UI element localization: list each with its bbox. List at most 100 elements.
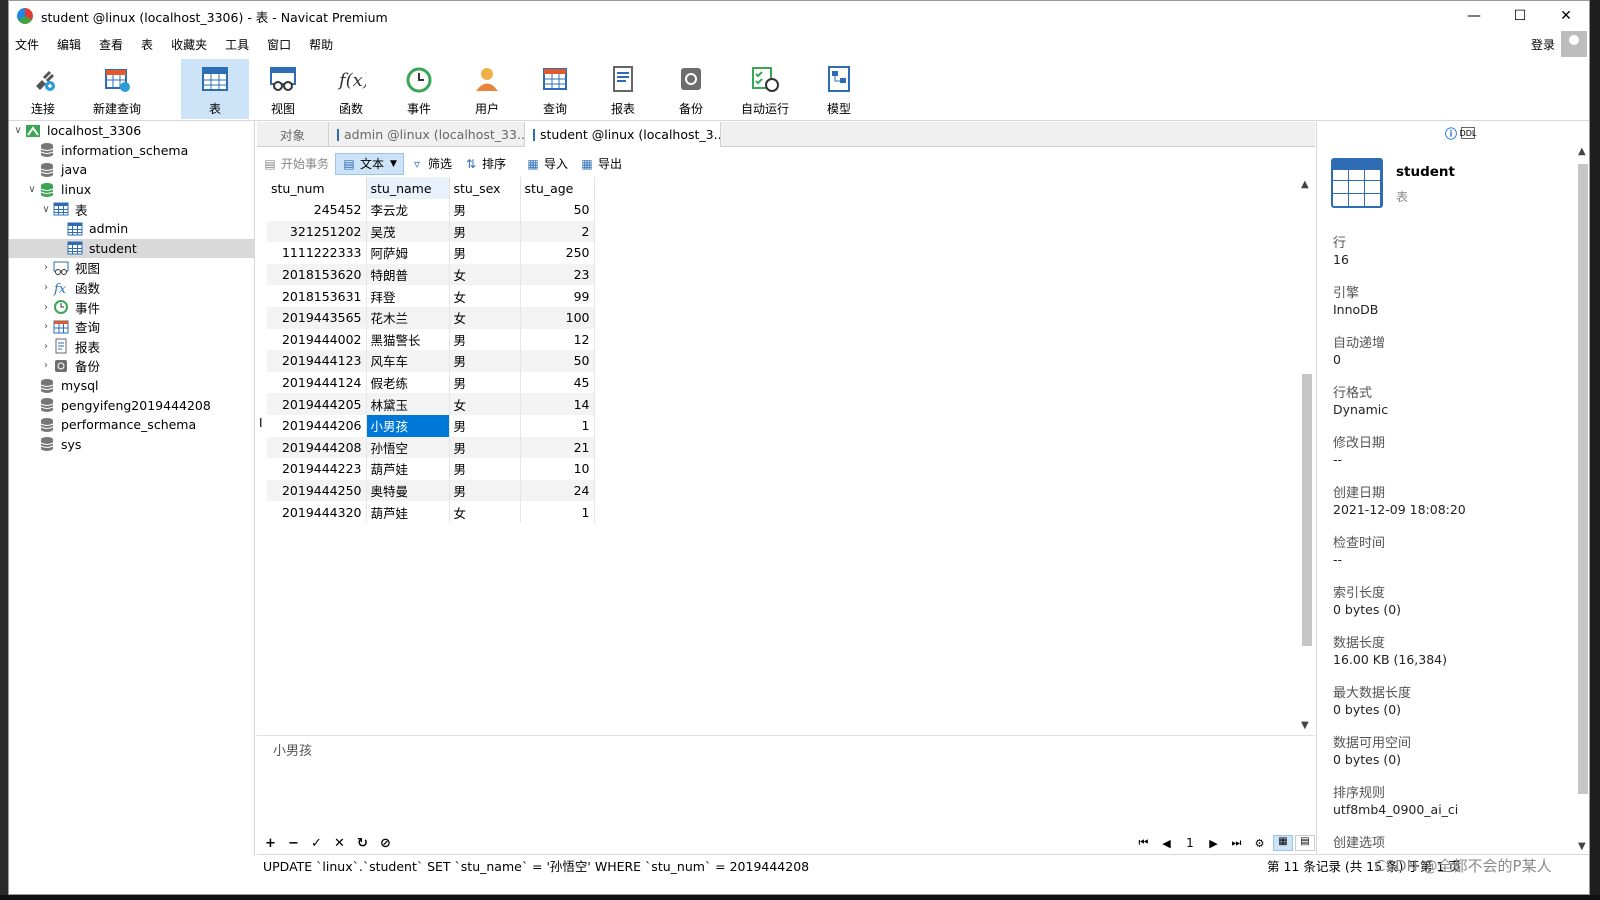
table-row[interactable]: 2018153620 特朗普女 23 (267, 263, 595, 286)
table-cell-stu_num[interactable]: 321251202 (267, 220, 367, 243)
toolbar-button-1[interactable]: 新建查询 (77, 59, 157, 119)
tree-node[interactable]: admin (9, 219, 255, 239)
tree-node[interactable]: ∨ localhost_3306 (9, 121, 255, 141)
table-cell-stu_num[interactable]: 2019444206 (267, 414, 367, 437)
table-cell-stu_age[interactable]: 1 (520, 414, 595, 437)
table-cell-stu_age[interactable]: 1 (520, 501, 595, 523)
table-cell-stu_age[interactable]: 23 (520, 263, 595, 286)
table-row[interactable]: 2019444124 假老练男 45 (267, 371, 595, 394)
form-view-icon[interactable]: ▤ (1295, 835, 1315, 851)
tree-node[interactable]: › 报表 (9, 337, 255, 357)
table-cell-stu_sex[interactable]: 男 (449, 350, 521, 372)
table-cell-stu_num[interactable]: 2019444205 (267, 393, 367, 415)
tree-node[interactable]: › fx 函数 (9, 278, 255, 298)
table-cell-stu_name[interactable]: 花木兰 (366, 306, 450, 329)
tree-node[interactable]: pengyifeng2019444208 (9, 395, 255, 415)
import-button[interactable]: ▦ 导入 (520, 153, 574, 175)
toolbar-button-3[interactable]: 视图 (249, 59, 317, 119)
scrollbar-thumb[interactable] (1578, 164, 1588, 794)
tree-node[interactable]: student (9, 238, 255, 259)
table-cell-stu_name[interactable]: 葫芦娃 (366, 501, 450, 523)
tree-node[interactable]: information_schema (9, 141, 255, 161)
toolbar-button-9[interactable]: 备份 (657, 59, 725, 119)
table-cell-stu_sex[interactable]: 男 (449, 436, 521, 459)
discard-changes-icon[interactable]: ✕ (328, 836, 351, 851)
table-cell-stu_num[interactable]: 2019444223 (267, 458, 367, 480)
login-link[interactable]: 登录 (1531, 36, 1555, 53)
table-cell-stu_name[interactable]: 假老练 (366, 371, 450, 394)
table-cell-stu_name[interactable]: 阿萨姆 (366, 242, 450, 264)
column-header-stu_name[interactable]: stu_name (366, 177, 450, 199)
column-header-stu_sex[interactable]: stu_sex (449, 177, 521, 199)
tab-2[interactable]: student @linux (localhost_3... (525, 122, 721, 147)
table-cell-stu_age[interactable]: 10 (520, 458, 595, 480)
table-cell-stu_sex[interactable]: 男 (449, 220, 521, 243)
table-row[interactable]: 245452 李云龙男 50 (267, 199, 595, 221)
table-cell-stu_age[interactable]: 45 (520, 371, 595, 394)
gear-icon[interactable]: ⚙ (1248, 837, 1271, 850)
toolbar-button-11[interactable]: 模型 (805, 59, 873, 119)
table-row[interactable]: 2019444205 林黛玉女 14 (267, 393, 595, 415)
menu-item-5[interactable]: 工具 (219, 36, 261, 53)
grid-view-icon[interactable]: ▦ (1273, 835, 1293, 851)
table-cell-stu_age[interactable]: 14 (520, 393, 595, 415)
chevron-down-icon[interactable]: ∨ (39, 204, 53, 215)
table-cell-stu_num[interactable]: 2018153620 (267, 263, 367, 286)
menu-item-1[interactable]: 编辑 (51, 36, 93, 53)
table-cell-stu_name[interactable]: 特朗普 (366, 263, 450, 286)
table-cell-stu_num[interactable]: 2019444250 (267, 479, 367, 502)
filter-button[interactable]: ▿ 筛选 (404, 153, 458, 175)
table-cell-stu_name[interactable]: 风车车 (366, 350, 450, 372)
sort-button[interactable]: ⇅ 排序 (458, 153, 512, 175)
prev-page-icon[interactable]: ◀ (1155, 837, 1178, 850)
refresh-icon[interactable]: ↻ (351, 836, 374, 851)
table-cell-stu_age[interactable]: 50 (520, 350, 595, 372)
table-cell-stu_sex[interactable]: 男 (449, 414, 521, 437)
table-cell-stu_num[interactable]: 2019444002 (267, 328, 367, 351)
table-cell-stu_name[interactable]: 李云龙 (366, 199, 450, 221)
table-cell-stu_name[interactable]: 吴茂 (366, 220, 450, 243)
table-cell-stu_age[interactable]: 50 (520, 199, 595, 221)
table-cell-stu_num[interactable]: 1111222333 (267, 242, 367, 264)
chevron-right-icon[interactable]: › (39, 321, 53, 332)
delete-record-icon[interactable]: − (282, 836, 305, 851)
menu-item-7[interactable]: 帮助 (303, 36, 345, 53)
table-row[interactable]: 321251202 吴茂男 2 (267, 220, 595, 243)
table-cell-stu_num[interactable]: 245452 (267, 199, 367, 221)
table-row[interactable]: 2019444002 黑猫警长男 12 (267, 328, 595, 351)
table-cell-stu_name[interactable]: 孙悟空 (366, 436, 450, 459)
table-cell-stu_age[interactable]: 250 (520, 242, 595, 264)
table-cell-stu_name[interactable]: 奥特曼 (366, 479, 450, 502)
chevron-right-icon[interactable]: › (39, 360, 53, 371)
table-cell-stu_sex[interactable]: 女 (449, 306, 521, 329)
menu-item-6[interactable]: 窗口 (261, 36, 303, 53)
table-cell-stu_num[interactable]: 2019444208 (267, 436, 367, 459)
table-row[interactable]: 2019444250 奥特曼男 24 (267, 479, 595, 502)
scroll-up-icon[interactable]: ▲ (1301, 179, 1309, 190)
chevron-down-icon[interactable]: ∨ (11, 125, 25, 136)
grid-scrollbar[interactable]: ▲ ▼ (1299, 177, 1315, 733)
table-cell-stu_name[interactable]: 拜登 (366, 285, 450, 307)
table-cell-stu_name[interactable]: 林黛玉 (366, 393, 450, 415)
chevron-right-icon[interactable]: › (39, 302, 53, 313)
scroll-down-icon[interactable]: ▼ (1301, 720, 1309, 731)
chevron-down-icon[interactable]: ∨ (25, 184, 39, 195)
info-scrollbar[interactable]: ▲ ▼ (1576, 146, 1589, 854)
table-cell-stu_age[interactable]: 24 (520, 479, 595, 502)
table-row[interactable]: 2018153631 拜登女 99 (267, 285, 595, 307)
scrollbar-thumb[interactable] (1302, 374, 1312, 646)
export-button[interactable]: ▦ 导出 (574, 153, 628, 175)
add-record-icon[interactable]: + (259, 836, 282, 851)
info-icon[interactable]: ⓘ (1441, 124, 1461, 142)
table-cell-stu_age[interactable]: 2 (520, 220, 595, 243)
table-cell-stu_age[interactable]: 12 (520, 328, 595, 351)
toolbar-button-10[interactable]: 自动运行 (725, 59, 805, 119)
table-cell-stu_num[interactable]: 2019444320 (267, 501, 367, 523)
menu-item-0[interactable]: 文件 (9, 36, 51, 53)
table-cell-stu_sex[interactable]: 男 (449, 242, 521, 264)
scroll-down-icon[interactable]: ▼ (1578, 841, 1586, 852)
table-row[interactable]: 2019444223 葫芦娃男 10 (267, 458, 595, 480)
table-cell-stu_num[interactable]: 2018153631 (267, 285, 367, 307)
menu-item-3[interactable]: 表 (135, 36, 165, 53)
table-cell-stu_sex[interactable]: 女 (449, 263, 521, 286)
